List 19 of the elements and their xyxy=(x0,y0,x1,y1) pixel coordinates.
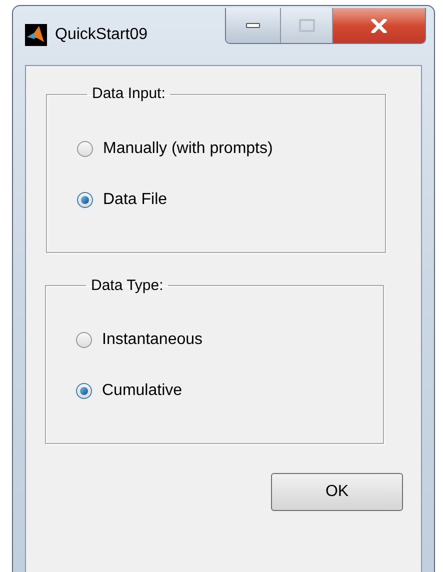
ok-button[interactable]: OK xyxy=(271,473,403,511)
group-title: Data Type: xyxy=(90,276,164,296)
group-title: Data Input: xyxy=(91,84,166,104)
radio-option[interactable]: Manually (with prompts) xyxy=(77,136,355,160)
minimize-button[interactable] xyxy=(226,8,281,43)
maximize-icon xyxy=(298,19,314,32)
close-button[interactable] xyxy=(333,8,425,43)
window-title: QuickStart09 xyxy=(55,25,148,45)
radio-option[interactable]: Data File xyxy=(77,188,355,212)
radio-button[interactable] xyxy=(76,332,92,348)
maximize-button[interactable] xyxy=(281,8,333,43)
radio-button[interactable] xyxy=(76,383,92,399)
radio-button[interactable] xyxy=(77,192,93,208)
minimize-icon xyxy=(246,23,260,28)
radio-option[interactable]: Cumulative xyxy=(76,379,353,403)
app-logo-icon xyxy=(25,24,47,46)
radio-button[interactable] xyxy=(77,140,93,156)
close-icon xyxy=(371,18,387,32)
radio-option[interactable]: Instantaneous xyxy=(76,328,353,352)
